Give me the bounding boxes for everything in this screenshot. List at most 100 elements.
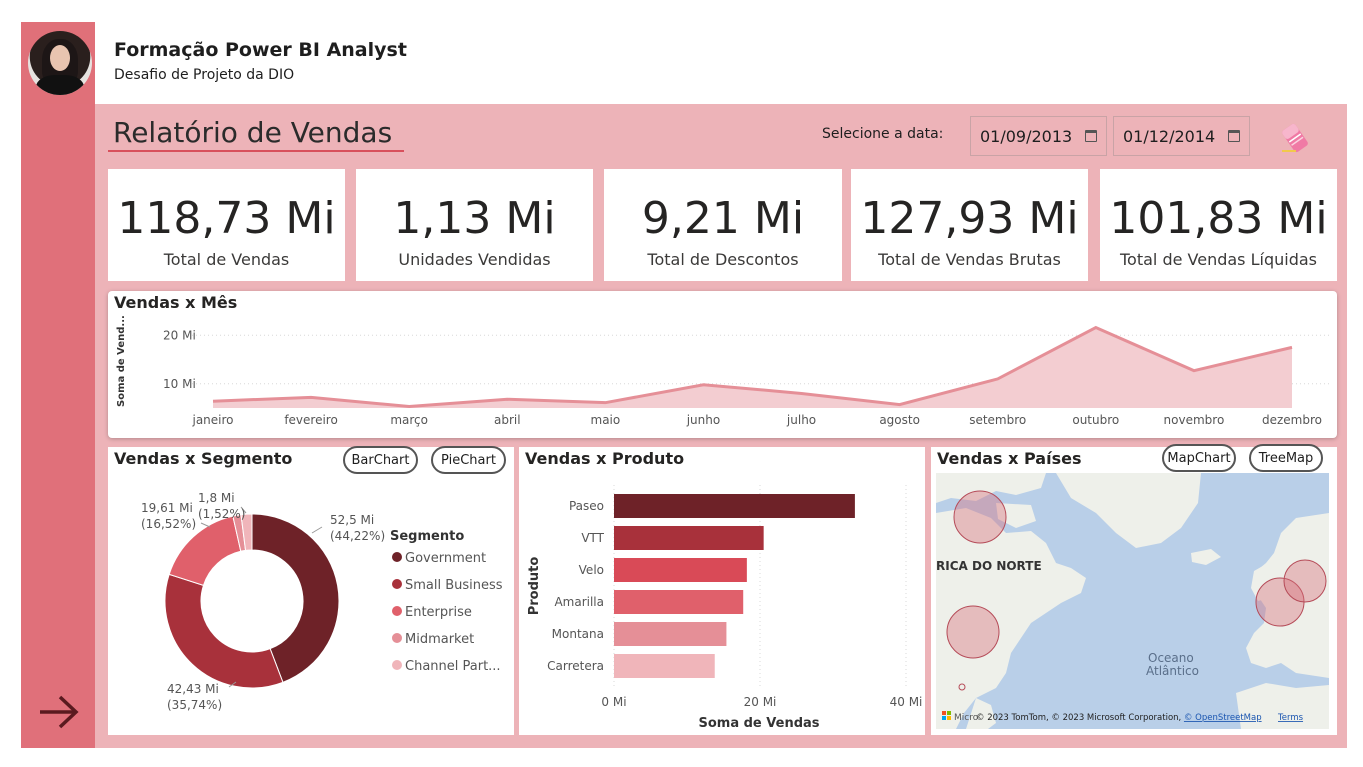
end-date-input[interactable]: 01/12/2014: [1113, 116, 1250, 156]
treemap-toggle-button[interactable]: TreeMap: [1249, 444, 1323, 472]
x-axis-label: Soma de Vendas: [698, 716, 819, 731]
page-title: Relatório de Vendas: [113, 116, 393, 149]
bar: [614, 526, 764, 550]
map-label-ocean: Atlântico: [1146, 664, 1199, 678]
sales-by-segment-donut-chart[interactable]: 52,5 Mi (44,22%) 42,43 Mi (35,74%) 19,61 Mi (…: [108, 447, 514, 735]
data-label-value: 19,61 Mi: [141, 501, 193, 515]
kpi-label: Unidades Vendidas: [398, 250, 551, 269]
kpi-value: 127,93 Mi: [860, 193, 1079, 244]
panel-title: Vendas x Países: [937, 449, 1082, 468]
x-tick-label: agosto: [879, 413, 920, 427]
mapchart-toggle-button[interactable]: MapChart: [1162, 444, 1236, 472]
legend-item: Midmarket: [405, 632, 474, 647]
map-label-north-america: RICA DO NORTE: [936, 559, 1042, 573]
y-tick-label: Velo: [579, 563, 604, 577]
microsoft-logo-text: Micro: [954, 713, 979, 723]
data-label-leader: [311, 526, 323, 534]
sales-by-segment-panel[interactable]: Vendas x Segmento 52,5 Mi (44,22%) 42,43 M…: [108, 447, 514, 735]
x-tick-label: junho: [686, 413, 721, 427]
sales-by-product-bar-chart[interactable]: 0 Mi 20 Mi 40 Mi Paseo VTT Velo Amarilla Montan…: [519, 447, 925, 735]
x-tick-label: abril: [494, 413, 521, 427]
data-label-percent: (44,22%): [330, 529, 385, 543]
y-tick-label: Amarilla: [554, 595, 604, 609]
kpi-label: Total de Vendas: [163, 250, 290, 269]
legend-item: Government: [405, 551, 486, 566]
legend-title: Segmento: [390, 529, 464, 544]
legend-item: Channel Part...: [405, 659, 501, 674]
sales-by-product-panel[interactable]: Vendas x Produto 0 Mi 20 Mi 40 Mi Paseo VTT V…: [519, 447, 925, 735]
start-date-value: 01/09/2013: [980, 126, 1073, 146]
piechart-toggle-button[interactable]: PieChart: [431, 446, 506, 474]
sales-by-month-panel[interactable]: Vendas x Mês 10 Mi 20 Mi Soma de Vend... ja…: [108, 291, 1337, 438]
y-tick-label: Montana: [552, 627, 604, 641]
kpi-card-net-sales: 101,83 Mi Total de Vendas Líquidas: [1100, 169, 1337, 281]
map-attribution: © 2023 TomTom, © 2023 Microsoft Corporat…: [976, 713, 1262, 723]
data-label-percent: (35,74%): [167, 698, 222, 712]
legend-marker: [392, 660, 402, 670]
y-axis-label: Produto: [527, 557, 542, 616]
kpi-label: Total de Descontos: [647, 250, 799, 269]
data-label-percent: (1,52%): [198, 507, 245, 521]
kpi-value: 9,21 Mi: [641, 193, 805, 244]
kpi-card-gross-sales: 127,93 Mi Total de Vendas Brutas: [851, 169, 1088, 281]
side-navigation-strip: [21, 22, 95, 748]
kpi-card-discounts: 9,21 Mi Total de Descontos: [604, 169, 842, 281]
next-page-arrow-icon[interactable]: [38, 694, 80, 730]
clear-filters-eraser-icon[interactable]: [1280, 121, 1310, 155]
kpi-value: 1,13 Mi: [393, 193, 556, 244]
kpi-card-units-sold: 1,13 Mi Unidades Vendidas: [356, 169, 593, 281]
x-tick-label: 0 Mi: [601, 695, 626, 709]
x-tick-label: 40 Mi: [890, 695, 923, 709]
openstreetmap-link[interactable]: © OpenStreetMap: [1184, 713, 1262, 723]
bar: [614, 558, 747, 582]
bar: [614, 590, 744, 614]
legend-marker: [392, 633, 402, 643]
x-tick-label: maio: [591, 413, 621, 427]
x-tick-label: julho: [786, 413, 816, 427]
sales-by-country-map[interactable]: RICA DO NORTE Oceano Atlântico Micro © 2…: [936, 473, 1329, 729]
y-tick-label: Carretera: [547, 659, 604, 673]
header-subtitle: Desafio de Projeto da DIO: [114, 67, 295, 83]
start-date-input[interactable]: 01/09/2013: [970, 116, 1107, 156]
legend-marker: [392, 552, 402, 562]
map-drawing: RICA DO NORTE Oceano Atlântico Micro © 2…: [936, 473, 1329, 729]
y-tick-label: 10 Mi: [163, 377, 196, 391]
calendar-icon[interactable]: [1228, 130, 1240, 142]
barchart-toggle-button[interactable]: BarChart: [343, 446, 418, 474]
bar: [614, 622, 727, 646]
calendar-icon[interactable]: [1085, 130, 1097, 142]
avatar: [28, 31, 92, 95]
legend-marker: [392, 579, 402, 589]
date-filter-label: Selecione a data:: [822, 126, 944, 142]
end-date-value: 01/12/2014: [1123, 126, 1216, 146]
x-tick-label: novembro: [1164, 413, 1225, 427]
x-tick-label: outubro: [1072, 413, 1119, 427]
terms-link[interactable]: Terms: [1277, 713, 1304, 723]
x-tick-label: março: [390, 413, 428, 427]
sales-by-month-chart[interactable]: 10 Mi 20 Mi Soma de Vend... janeiro fevereir…: [108, 291, 1337, 438]
donut-slice: [164, 573, 284, 689]
kpi-value: 118,73 Mi: [117, 193, 336, 244]
bar: [614, 654, 715, 678]
bar: [614, 494, 855, 518]
legend-item: Enterprise: [405, 605, 472, 620]
x-tick-label: fevereiro: [284, 413, 338, 427]
y-tick-label: VTT: [581, 531, 604, 545]
data-label-value: 1,8 Mi: [198, 491, 235, 505]
title-underline: [108, 150, 404, 152]
y-tick-label: Paseo: [569, 499, 604, 513]
kpi-label: Total de Vendas Líquidas: [1119, 250, 1317, 269]
kpi-label: Total de Vendas Brutas: [878, 250, 1061, 269]
x-tick-label: dezembro: [1262, 413, 1322, 427]
x-tick-label: 20 Mi: [744, 695, 777, 709]
legend-marker: [392, 606, 402, 616]
data-label-percent: (16,52%): [141, 517, 196, 531]
y-tick-label: 20 Mi: [163, 328, 196, 342]
data-label-value: 52,5 Mi: [330, 513, 374, 527]
header-title: Formação Power BI Analyst: [114, 39, 407, 61]
kpi-value: 101,83 Mi: [1109, 193, 1328, 244]
y-axis-label: Soma de Vend...: [116, 315, 127, 407]
area-fill: [213, 327, 1292, 408]
legend-item: Small Business: [405, 578, 503, 593]
kpi-card-total-sales: 118,73 Mi Total de Vendas: [108, 169, 345, 281]
